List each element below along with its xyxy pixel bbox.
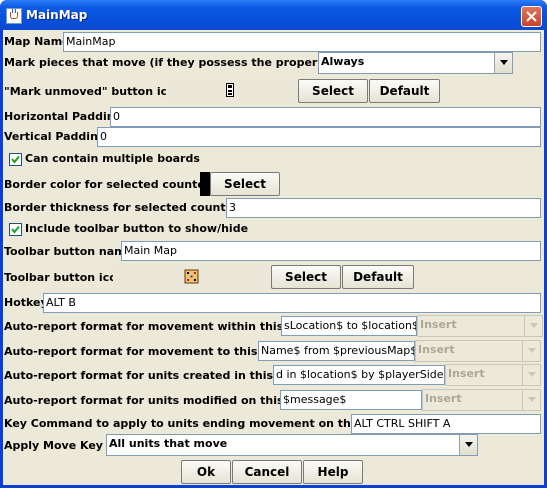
report-to-insert-label: Insert [418, 343, 455, 356]
report-within-input[interactable]: sLocation$ to $location$ [281, 316, 417, 336]
dice-icon [184, 269, 199, 284]
h-padding-input[interactable]: 0 [110, 107, 541, 127]
toolbar-icon-select-button[interactable]: Select [271, 265, 341, 289]
toolbar-icon-label: Toolbar button icon [4, 271, 125, 284]
close-icon [526, 11, 537, 22]
chevron-down-icon [459, 435, 477, 455]
toolbar-button-checkbox[interactable] [9, 223, 22, 236]
report-within-insert-label: Insert [420, 318, 457, 331]
multi-boards-checkbox[interactable] [9, 153, 22, 166]
toolbar-icon-default-button[interactable]: Default [342, 265, 414, 289]
border-color-swatch [200, 172, 210, 196]
key-command-label: Key Command to apply to units ending mov… [4, 417, 392, 430]
chevron-down-icon [522, 365, 540, 385]
report-modified-insert-label: Insert [425, 392, 462, 405]
hotkey-input[interactable]: ALT B [43, 293, 541, 313]
ok-button[interactable]: Ok [181, 460, 231, 484]
border-color-select-button[interactable]: Select [210, 172, 280, 196]
unmoved-default-button[interactable]: Default [369, 79, 440, 103]
cancel-button[interactable]: Cancel [232, 460, 302, 484]
border-thickness-label: Border thickness for selected counters [4, 201, 246, 214]
checkmark-icon [11, 225, 20, 234]
title-bar[interactable]: MainMap [0, 0, 547, 30]
hotkey-label: Hotkey [4, 296, 48, 309]
toolbar-button-label: Include toolbar button to show/hide [25, 222, 249, 235]
unmoved-icon-preview [166, 77, 298, 105]
apply-move-key-select[interactable]: All units that move [106, 434, 478, 456]
apply-move-key-value: All units that move [109, 437, 228, 450]
report-within-label: Auto-report format for movement within t… [4, 320, 314, 333]
report-created-insert[interactable]: Insert [445, 364, 541, 386]
help-button[interactable]: Help [303, 460, 363, 484]
report-to-label: Auto-report format for movement to this … [4, 345, 289, 358]
mark-unmoved-label: "Mark unmoved" button icon [4, 85, 183, 98]
chevron-down-icon [522, 390, 540, 410]
toolbar-name-label: Toolbar button name [4, 245, 134, 258]
chevron-down-icon [522, 341, 540, 361]
h-padding-label: Horizontal Padding [4, 110, 123, 123]
report-modified-insert[interactable]: Insert [422, 389, 541, 411]
map-name-input[interactable]: MainMap [63, 32, 541, 52]
report-modified-label: Auto-report format for units modified on… [4, 394, 315, 407]
border-thickness-input[interactable]: 3 [226, 198, 541, 218]
dialog-content: Map Name MainMap Mark pieces that move (… [3, 30, 544, 485]
v-padding-label: Vertical Padding [4, 130, 106, 143]
close-button[interactable] [521, 6, 542, 27]
apply-move-key-label: Apply Move Key to [4, 439, 120, 452]
report-created-input[interactable]: d in $location$ by $playerSide$ [273, 365, 445, 385]
report-to-input[interactable]: Name$ from $previousMap$ [258, 341, 415, 361]
v-padding-input[interactable]: 0 [97, 127, 541, 147]
report-modified-input[interactable]: $message$ [280, 390, 422, 410]
unmoved-marker-icon [226, 83, 234, 97]
toolbar-icon-preview [113, 263, 270, 291]
report-to-insert[interactable]: Insert [415, 340, 541, 362]
report-within-insert[interactable]: Insert [417, 315, 543, 337]
report-created-insert-label: Insert [448, 367, 485, 380]
border-color-label: Border color for selected counters [4, 178, 217, 191]
dialog-window: MainMap Map Name MainMap Mark pieces tha… [0, 0, 547, 488]
java-cup-icon [6, 8, 22, 24]
chevron-down-icon [494, 53, 512, 73]
toolbar-name-input[interactable]: Main Map [121, 241, 541, 261]
multi-boards-label: Can contain multiple boards [25, 152, 200, 165]
mark-pieces-value: Always [321, 55, 365, 68]
unmoved-select-button[interactable]: Select [298, 79, 368, 103]
window-title: MainMap [26, 8, 88, 22]
map-name-label: Map Name [4, 35, 70, 48]
mark-pieces-select[interactable]: Always [318, 52, 513, 74]
checkmark-icon [11, 155, 20, 164]
chevron-down-icon [524, 316, 542, 336]
mark-pieces-label: Mark pieces that move (if they possess t… [4, 56, 354, 69]
report-created-label: Auto-report format for units created in … [4, 369, 304, 382]
key-command-input[interactable]: ALT CTRL SHIFT A [351, 414, 541, 434]
